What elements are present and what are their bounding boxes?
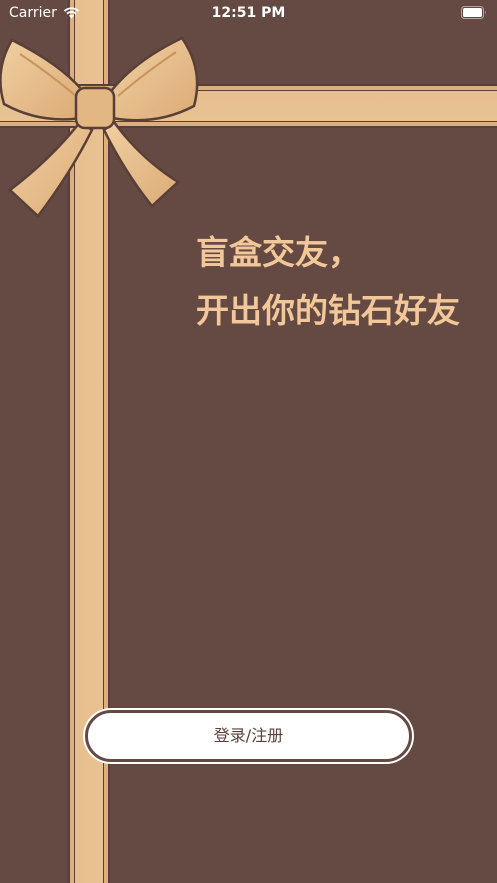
battery-icon (461, 6, 486, 19)
bow-loop-right (110, 36, 199, 122)
bow-tail-left (8, 120, 94, 218)
hero-line-2: 开出你的钻石好友 (196, 291, 460, 330)
login-register-label: 登录/注册 (213, 726, 284, 745)
bow-loop-left (0, 38, 84, 121)
bow-knot (74, 86, 116, 130)
hero-headline: 盲盒交友， 开出你的钻石好友 (196, 224, 460, 340)
status-bar: Carrier 12:51 PM (0, 0, 497, 26)
gift-bow (0, 36, 199, 218)
login-register-button[interactable]: 登录/注册 (85, 710, 412, 762)
bow-tail-right (102, 120, 181, 208)
hero-line-1: 盲盒交友， (196, 233, 361, 272)
status-time: 12:51 PM (211, 5, 286, 21)
